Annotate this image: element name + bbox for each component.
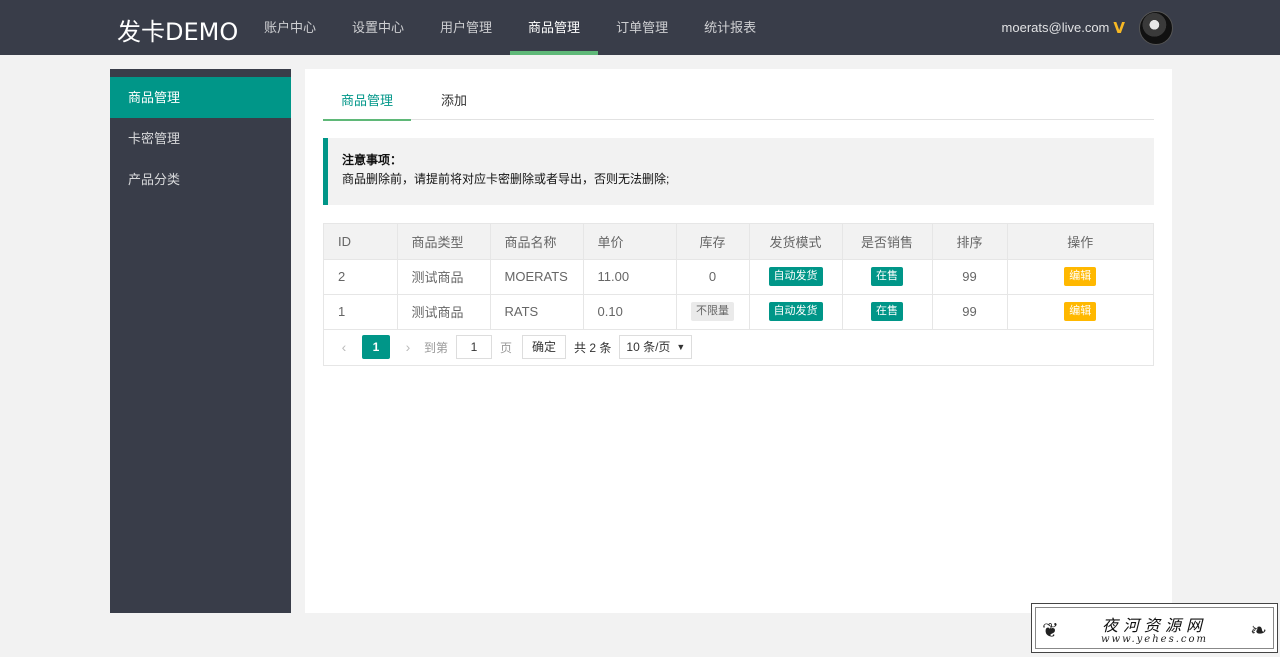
unlimited-stock-tag: 不限量 — [691, 302, 734, 321]
on-sale-tag: 在售 — [871, 267, 903, 286]
top-header: 发卡DEMO 账户中心 设置中心 用户管理 商品管理 订单管理 统计报表 moe… — [0, 0, 1280, 55]
col-header-sort: 排序 — [932, 224, 1008, 260]
on-sale-tag: 在售 — [871, 302, 903, 321]
tab-product-management[interactable]: 商品管理 — [323, 87, 412, 121]
nav-item-account[interactable]: 账户中心 — [246, 0, 334, 55]
cell-stock: 不限量 — [676, 294, 750, 330]
cell-on-sale: 在售 — [842, 259, 933, 295]
nav-item-reports[interactable]: 统计报表 — [686, 0, 774, 55]
page-size-select[interactable]: 10 条/页 ▼ — [619, 335, 693, 359]
col-header-stock: 库存 — [676, 224, 750, 260]
watermark-url: www.yehes.com — [1100, 634, 1208, 645]
app-logo[interactable]: 发卡DEMO — [117, 12, 238, 47]
notice-text: 商品删除前，请提前将对应卡密删除或者导出，否则无法删除; — [342, 172, 670, 186]
vip-badge-icon: V — [1113, 18, 1125, 37]
tab-add[interactable]: 添加 — [423, 87, 485, 120]
cell-on-sale: 在售 — [842, 294, 933, 330]
table-row: 1 测试商品 RATS 0.10 不限量 自动发货 在售 99 编辑 — [324, 294, 1153, 330]
cell-price: 0.10 — [583, 294, 677, 330]
cell-type: 测试商品 — [397, 259, 491, 295]
ornament-right-icon: ❧ — [1250, 618, 1267, 642]
cell-id: 2 — [324, 259, 398, 295]
sidebar-item-categories[interactable]: 产品分类 — [110, 159, 291, 200]
edit-button[interactable]: 编辑 — [1064, 267, 1097, 286]
user-menu[interactable]: moerats@live.com V — [1002, 0, 1125, 55]
total-count: 共 2 条 — [574, 340, 612, 355]
col-header-action: 操作 — [1007, 224, 1153, 260]
col-header-delivery: 发货模式 — [749, 224, 843, 260]
sidebar-item-cards[interactable]: 卡密管理 — [110, 118, 291, 159]
cell-price: 11.00 — [583, 259, 677, 295]
user-email[interactable]: moerats@live.com — [1002, 20, 1110, 35]
sidebar-item-products[interactable]: 商品管理 — [110, 77, 291, 118]
next-page-icon[interactable]: › — [400, 339, 416, 355]
tab-bar: 商品管理 添加 — [323, 87, 1154, 121]
table-header-row: ID 商品类型 商品名称 单价 库存 发货模式 是否销售 排序 操作 — [324, 224, 1153, 260]
nav-item-orders[interactable]: 订单管理 — [598, 0, 686, 55]
delivery-tag: 自动发货 — [768, 302, 823, 321]
col-header-name: 商品名称 — [490, 224, 584, 260]
cell-name: MOERATS — [490, 259, 584, 295]
cell-type: 测试商品 — [397, 294, 491, 330]
nav-item-users[interactable]: 用户管理 — [422, 0, 510, 55]
col-header-type: 商品类型 — [397, 224, 491, 260]
cell-delivery: 自动发货 — [749, 259, 843, 295]
cell-delivery: 自动发货 — [749, 294, 843, 330]
cell-sort: 99 — [932, 259, 1008, 295]
prev-page-icon[interactable]: ‹ — [336, 339, 352, 355]
table-row: 2 测试商品 MOERATS 11.00 0 自动发货 在售 99 编辑 — [324, 259, 1153, 295]
confirm-button[interactable]: 确定 — [522, 335, 567, 359]
delivery-tag: 自动发货 — [768, 267, 823, 286]
notice-box: 注意事项： 商品删除前，请提前将对应卡密删除或者导出，否则无法删除; — [323, 138, 1154, 205]
product-table: ID 商品类型 商品名称 单价 库存 发货模式 是否销售 排序 操作 2 测试商… — [323, 223, 1154, 366]
nav-item-products[interactable]: 商品管理 — [510, 0, 599, 55]
page-size-value: 10 条/页 — [626, 340, 671, 354]
cell-stock: 0 — [676, 259, 750, 295]
nav-item-settings[interactable]: 设置中心 — [334, 0, 422, 55]
top-nav: 账户中心 设置中心 用户管理 商品管理 订单管理 统计报表 — [246, 0, 774, 55]
watermark: ❦ 夜河资源网 www.yehes.com ❧ — [1031, 603, 1278, 653]
cell-name: RATS — [490, 294, 584, 330]
watermark-title: 夜河资源网 — [1101, 616, 1207, 635]
goto-label: 到第 — [424, 340, 449, 355]
cell-sort: 99 — [932, 294, 1008, 330]
cell-action: 编辑 — [1007, 294, 1153, 330]
page-label: 页 — [500, 340, 513, 355]
avatar[interactable] — [1139, 11, 1173, 45]
main-panel: 商品管理 添加 注意事项： 商品删除前，请提前将对应卡密删除或者导出，否则无法删… — [305, 69, 1172, 613]
cell-id: 1 — [324, 294, 398, 330]
col-header-on-sale: 是否销售 — [842, 224, 933, 260]
page-button-current[interactable]: 1 — [362, 335, 390, 359]
notice-title: 注意事项： — [342, 153, 403, 167]
cell-action: 编辑 — [1007, 259, 1153, 295]
sidebar: 商品管理 卡密管理 产品分类 — [110, 69, 291, 613]
caret-down-icon: ▼ — [676, 342, 686, 352]
edit-button[interactable]: 编辑 — [1064, 302, 1097, 321]
col-header-id: ID — [324, 224, 398, 260]
pagination: ‹ 1 › 到第 页 确定 共 2 条 10 条/页 ▼ — [324, 328, 1153, 366]
goto-page-input[interactable] — [456, 335, 493, 359]
col-header-price: 单价 — [583, 224, 677, 260]
